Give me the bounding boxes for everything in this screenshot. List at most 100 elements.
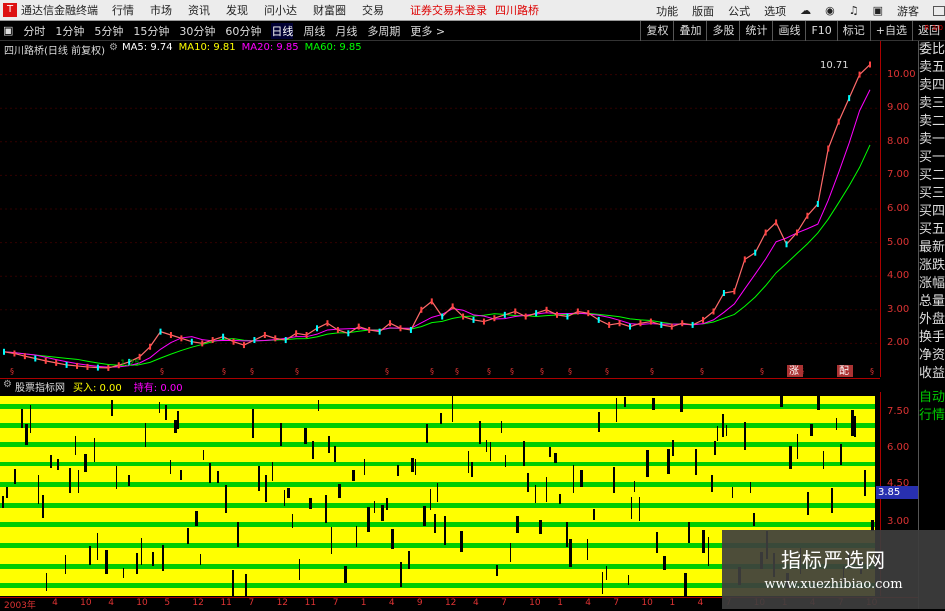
sidebar-item[interactable]: 外盘	[919, 311, 945, 329]
menu-item-layout[interactable]: 版面	[692, 3, 714, 19]
restore-rights-button[interactable]: 复权	[640, 21, 673, 41]
signal-bar	[434, 514, 436, 533]
signal-bar	[460, 531, 463, 552]
sidebar-item[interactable]: 最新	[919, 239, 945, 257]
tab-more[interactable]: 更多 >	[410, 23, 445, 39]
sidebar-item[interactable]: 行情	[919, 407, 945, 425]
signal-bar	[744, 422, 746, 450]
menu-item-wealth[interactable]: 财富圈	[313, 4, 346, 17]
signal-bar	[203, 450, 204, 460]
candle	[441, 313, 444, 320]
menu-item-function[interactable]: 功能	[656, 3, 678, 19]
menu-item-formula[interactable]: 公式	[728, 3, 750, 19]
signal-bar	[352, 470, 355, 481]
candle	[806, 212, 809, 219]
signal-bar	[573, 465, 574, 493]
candle	[493, 315, 496, 322]
f10-button[interactable]: F10	[805, 21, 836, 41]
price-tick: 7.00	[887, 169, 910, 181]
overlay-button[interactable]: 叠加	[673, 21, 706, 41]
sidebar-item[interactable]: 卖三	[919, 95, 945, 113]
sidebar-item[interactable]: 买二	[919, 167, 945, 185]
signal-bar	[854, 416, 856, 437]
signal-bar	[624, 397, 626, 407]
signal-bar	[836, 418, 837, 430]
kline-chart[interactable]: 10.71 1.25 §§§§§§§§§§§§§§§§§§ 涨 配	[0, 41, 880, 377]
signal-bar	[174, 420, 177, 433]
hold-value: 持有: 0.00	[133, 383, 183, 394]
menu-item-discover[interactable]: 发现	[226, 4, 248, 17]
indicator-band	[0, 396, 875, 404]
statistics-button[interactable]: 统计	[739, 21, 772, 41]
signal-bar	[30, 405, 31, 433]
sidebar-item[interactable]: 买四	[919, 203, 945, 221]
event-tag-up: 涨	[789, 365, 799, 377]
candle	[451, 303, 454, 310]
candle	[378, 328, 381, 335]
sidebar-item[interactable]: 买一	[919, 149, 945, 167]
sidebar-item[interactable]: 买五	[919, 221, 945, 239]
sidebar-item[interactable]: 涨幅	[919, 275, 945, 293]
signal-bar	[490, 442, 491, 461]
sidebar-item[interactable]: 涨跌	[919, 257, 945, 275]
sidebar-item[interactable]: 换手	[919, 329, 945, 347]
candle	[649, 318, 652, 325]
sidebar-item[interactable]: 收益	[919, 365, 945, 383]
bell-icon[interactable]: ♫	[849, 4, 859, 17]
sidebar-item[interactable]: 总量	[919, 293, 945, 311]
login-notice[interactable]: 证券交易未登录	[410, 2, 487, 18]
sidebar-item[interactable]: 净资	[919, 347, 945, 365]
tab-monthly[interactable]: 月线	[335, 23, 357, 39]
tab-multi-period[interactable]: 多周期	[367, 23, 400, 39]
settings-icon[interactable]: ⚙	[3, 379, 12, 392]
quote-sidebar: 委比 卖五 卖四 卖三 卖二 卖一 买一 买二 买三 买四 买五 最新 涨跌 涨幅 总量 外盘 换手 净资 收益自动…	[918, 41, 945, 609]
menu-item-quotes[interactable]: 行情	[112, 4, 134, 17]
signal-bar	[864, 470, 866, 496]
tab-1min[interactable]: 1分钟	[55, 23, 84, 39]
cloud-icon[interactable]: ☁	[800, 4, 811, 17]
minimize-icon[interactable]	[933, 5, 945, 16]
checkbox-icon[interactable]: ▣	[3, 24, 13, 37]
sub-tick: 6.00	[887, 442, 910, 453]
user-icon[interactable]: ◉	[825, 4, 835, 17]
menu-item-ask[interactable]: 问小达	[264, 4, 297, 17]
sidebar-item[interactable]: 卖一	[919, 131, 945, 149]
tab-intraday[interactable]: 分时	[23, 23, 45, 39]
tab-daily[interactable]: 日线	[271, 22, 294, 39]
tab-60min[interactable]: 60分钟	[225, 23, 261, 39]
menu-item-market[interactable]: 市场	[150, 4, 172, 17]
sidebar-item[interactable]: 卖二	[919, 113, 945, 131]
candle	[587, 310, 590, 317]
mark-button[interactable]: 标记	[836, 21, 870, 41]
candle	[733, 288, 736, 295]
lock-icon[interactable]: ▣	[873, 4, 883, 17]
signal-bar	[672, 440, 674, 456]
indicator-band	[0, 404, 875, 409]
sub-indicator-name[interactable]: 股票指标网	[15, 379, 65, 394]
tab-weekly[interactable]: 周线	[303, 23, 325, 39]
signal-bar	[94, 438, 95, 462]
add-watchlist-button[interactable]: +自选	[869, 21, 912, 41]
sidebar-item[interactable]: 委比	[919, 41, 945, 59]
candle	[274, 335, 277, 342]
tab-5min[interactable]: 5分钟	[94, 23, 123, 39]
sidebar-item[interactable]: 卖四	[919, 77, 945, 95]
draw-line-button[interactable]: 画线	[772, 21, 805, 41]
sidebar-item[interactable]: 自动	[919, 389, 945, 407]
candle	[608, 321, 611, 328]
menu-item-trade[interactable]: 交易	[362, 4, 384, 17]
app-name: 通达信金融终端	[21, 4, 98, 17]
signal-bar	[486, 440, 487, 452]
tab-30min[interactable]: 30分钟	[179, 23, 215, 39]
sidebar-item[interactable]: 买三	[919, 185, 945, 203]
sidebar-item[interactable]: 卖五	[919, 59, 945, 77]
signal-bar	[237, 522, 239, 547]
menu-item-options[interactable]: 选项	[764, 3, 786, 19]
guest-label[interactable]: 游客	[897, 3, 919, 19]
multi-stock-button[interactable]: 多股	[706, 21, 739, 41]
menu-item-news[interactable]: 资讯	[188, 4, 210, 17]
candle	[222, 333, 225, 340]
tab-15min[interactable]: 15分钟	[133, 23, 169, 39]
candle	[368, 326, 371, 333]
signal-bar	[750, 482, 751, 493]
